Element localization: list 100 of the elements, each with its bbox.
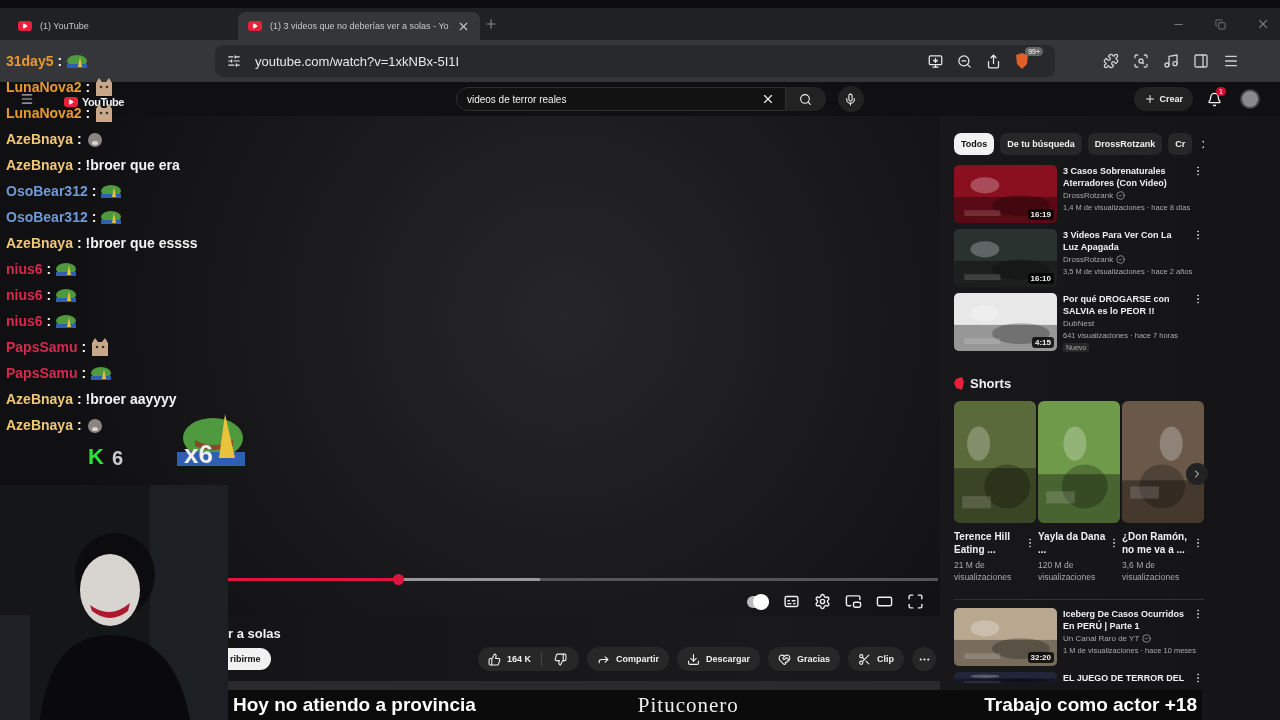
- chat-separator: :: [46, 287, 52, 303]
- filter-chip[interactable]: DrossRotzank: [1087, 133, 1163, 155]
- chat-username: AzeBnaya: [6, 131, 73, 147]
- duration-label: 4:15: [1032, 337, 1054, 348]
- channel-name[interactable]: DubNest: [1063, 319, 1095, 328]
- sidebar-icon[interactable]: [1193, 53, 1209, 69]
- filter-chip[interactable]: De tu búsqueda: [1000, 133, 1082, 155]
- chat-separator: :: [85, 105, 91, 121]
- chat-username: AzeBnaya: [6, 391, 73, 407]
- short-title[interactable]: Terence Hill Eating ...: [954, 530, 1024, 556]
- duration-label: 16:10: [1027, 273, 1054, 284]
- youtube-logo[interactable]: YouTube: [64, 96, 124, 108]
- progress-handle[interactable]: [393, 574, 405, 585]
- chat-separator: :: [76, 131, 82, 147]
- search-field[interactable]: videos de terror reales: [455, 87, 786, 111]
- autoplay-toggle[interactable]: [747, 596, 769, 608]
- frog-emote-icon: [55, 288, 78, 302]
- caption-text: Pituconero: [637, 692, 739, 718]
- view-count: 120 M de visualizaciones: [1038, 559, 1097, 583]
- view-count: 21 M de visualizaciones: [954, 559, 1013, 583]
- caption-text: Trabajo como actor +18: [984, 694, 1197, 716]
- chat-message: !broer que essss: [85, 235, 198, 251]
- frog-emote-icon: [55, 262, 78, 276]
- video-title[interactable]: Iceberg De Casos Ocurridos En PERÚ | Parte 1: [1063, 608, 1186, 632]
- duration-label: 32:20: [1027, 652, 1054, 663]
- channel-name[interactable]: DrossRotzank: [1063, 255, 1114, 264]
- short-title[interactable]: Yayla da Dana ...: [1038, 530, 1108, 556]
- download-icon: [686, 652, 700, 666]
- thanks-icon: [777, 652, 791, 666]
- thanks-button[interactable]: Gracias: [767, 647, 840, 671]
- chat-username: PapsSamu: [6, 339, 78, 355]
- section-title: Shorts: [970, 376, 1012, 391]
- filter-chip[interactable]: Todos: [954, 133, 995, 155]
- video-title[interactable]: Por qué DROGARSE con SALVIA es lo PEOR !!: [1063, 293, 1186, 317]
- chat-username: nius6: [6, 261, 43, 277]
- chat-username: LunaNova2: [6, 79, 82, 95]
- rat-emote-icon: [85, 416, 104, 434]
- menu-icon[interactable]: [20, 92, 34, 106]
- next-button[interactable]: [1186, 463, 1208, 485]
- chat-separator: :: [57, 53, 63, 69]
- restore-icon[interactable]: [1215, 17, 1226, 31]
- chat-separator: :: [81, 365, 87, 381]
- frog-emote-icon: [55, 314, 78, 328]
- miniplayer-icon[interactable]: [845, 593, 862, 610]
- chat-separator: :: [91, 183, 97, 199]
- new-tab-icon[interactable]: [483, 17, 498, 31]
- video-title[interactable]: EL JUEGO DE TERROR DEL: [1063, 672, 1186, 684]
- close-icon[interactable]: [1256, 17, 1270, 31]
- channel-name[interactable]: Un Canal Raro de YT: [1063, 634, 1140, 643]
- frog-emote-icon: [90, 366, 113, 380]
- clip-button[interactable]: Clip: [848, 647, 904, 671]
- chat-username: nius6: [6, 313, 43, 329]
- music-icon[interactable]: [1163, 53, 1179, 69]
- caption-text: Hoy no atiendo a provincia: [233, 694, 476, 716]
- chat-message: !broer que era: [85, 157, 180, 173]
- rat-emote-icon: [85, 130, 104, 148]
- notifications-icon[interactable]: [1207, 91, 1223, 107]
- frog-emote-icon: [100, 210, 123, 224]
- screenshot-icon[interactable]: [1133, 53, 1149, 69]
- chat-separator: :: [76, 417, 82, 433]
- chat-username: PapsSamu: [6, 365, 78, 381]
- zoom-out-icon: [957, 53, 973, 69]
- chat-separator: :: [46, 313, 52, 329]
- download-button[interactable]: Descargar: [676, 647, 760, 671]
- view-count: 3,6 M de visualizaciones: [1122, 559, 1181, 583]
- short-title[interactable]: ¿Don Ramón, no me va a ...: [1122, 530, 1192, 556]
- filter-chip[interactable]: Cr: [1168, 133, 1193, 155]
- channel-name[interactable]: DrossRotzank: [1063, 191, 1114, 200]
- shield-icon[interactable]: [1015, 53, 1030, 69]
- video-title[interactable]: 3 Videos Para Ver Con La Luz Apagada: [1063, 229, 1186, 253]
- chat-separator: :: [76, 157, 82, 173]
- chat-username: 31day5: [6, 53, 54, 69]
- chat-username: OsoBear312: [6, 183, 88, 199]
- more-button[interactable]: [912, 647, 936, 671]
- menu-icon[interactable]: [1223, 53, 1239, 69]
- chat-message: !broer aayyyy: [85, 391, 177, 407]
- chat-separator: :: [91, 209, 97, 225]
- settings-icon[interactable]: [814, 593, 831, 610]
- fullscreen-icon[interactable]: [907, 593, 924, 610]
- create-button[interactable]: Crear: [1133, 87, 1194, 111]
- duration-label: 16:19: [1027, 209, 1054, 220]
- browser-tab[interactable]: (1) YouTube: [8, 12, 234, 40]
- shorts-icon: [954, 377, 964, 390]
- subscribe-button[interactable]: ribirme: [228, 648, 271, 670]
- chat-separator: :: [81, 339, 87, 355]
- avatar[interactable]: [1240, 89, 1260, 109]
- combo-count: 6: [111, 447, 123, 470]
- mic-icon: [844, 92, 858, 106]
- share-button[interactable]: Compartir: [586, 647, 669, 671]
- mic-button[interactable]: [837, 86, 864, 112]
- extensions-icon[interactable]: [1103, 53, 1119, 69]
- cat-emote-icon: [90, 337, 111, 357]
- chat-username: nius6: [6, 287, 43, 303]
- plus-icon: [1143, 93, 1156, 105]
- captions-icon[interactable]: [783, 593, 800, 610]
- chat-separator: :: [85, 79, 91, 95]
- search-button[interactable]: [785, 87, 826, 111]
- video-title[interactable]: 3 Casos Sobrenaturales Aterradores (Con Video): [1063, 165, 1186, 189]
- thumbs-down-icon: [553, 652, 567, 666]
- browser-tab[interactable]: (1) 3 videos que no deberías ver a solas - Yo: [238, 12, 480, 40]
